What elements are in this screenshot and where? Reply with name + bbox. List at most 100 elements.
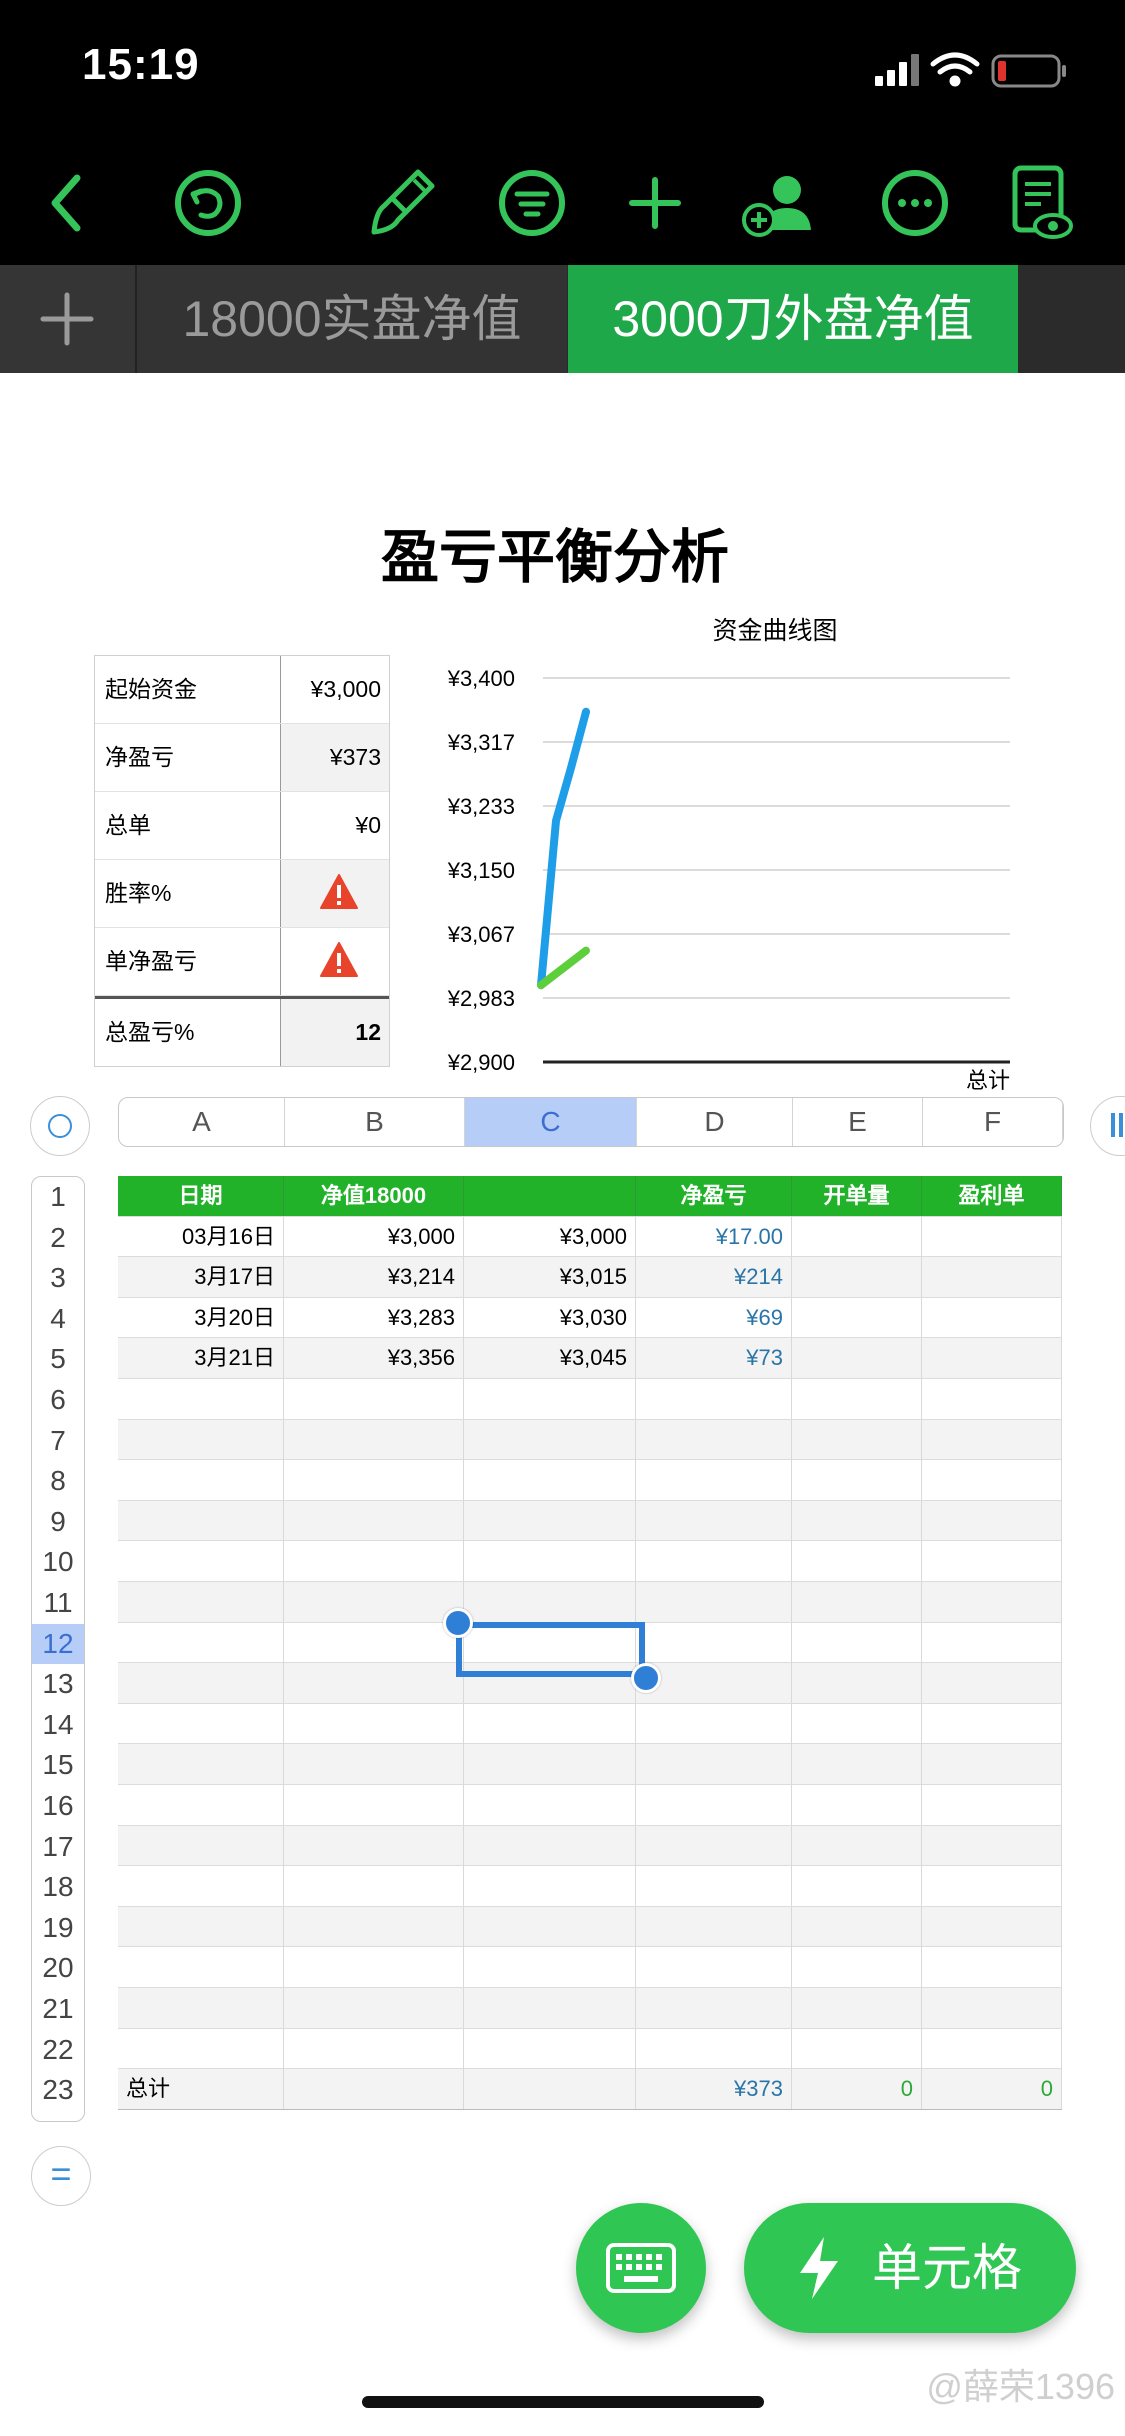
table-cell[interactable] bbox=[118, 1541, 284, 1582]
table-cell[interactable] bbox=[464, 1541, 636, 1582]
summary-row[interactable]: 净盈亏 ¥373 bbox=[95, 724, 389, 792]
row-header[interactable]: 2 bbox=[32, 1218, 84, 1259]
equity-curve-chart[interactable]: 资金曲线图 ¥3,400 ¥3,317 ¥3,233 ¥3,150 ¥3,067 ¥2,98… bbox=[420, 610, 1020, 1090]
table-cell[interactable] bbox=[922, 2028, 1062, 2069]
table-cell[interactable]: 日期 bbox=[118, 1176, 284, 1216]
table-cell[interactable] bbox=[118, 1663, 284, 1704]
table-cell[interactable]: ¥17.00 bbox=[636, 1216, 792, 1257]
view-document-button[interactable] bbox=[995, 158, 1085, 248]
table-cell[interactable] bbox=[118, 1379, 284, 1419]
table-cell[interactable] bbox=[284, 2069, 464, 2110]
more-button[interactable] bbox=[870, 158, 960, 248]
table-cell[interactable] bbox=[922, 1297, 1062, 1338]
table-cell[interactable] bbox=[284, 1541, 464, 1582]
table-cell[interactable] bbox=[636, 1622, 792, 1663]
table-cell[interactable] bbox=[636, 1947, 792, 1988]
table-cell[interactable] bbox=[636, 1866, 792, 1907]
table-cell[interactable] bbox=[792, 1703, 922, 1744]
table-cell[interactable]: 开单量 bbox=[792, 1176, 922, 1216]
table-cell[interactable] bbox=[922, 1216, 1062, 1257]
back-button[interactable] bbox=[25, 158, 115, 248]
summary-row[interactable]: 起始资金 ¥3,000 bbox=[95, 656, 389, 724]
table-cell[interactable] bbox=[922, 1379, 1062, 1419]
table-cell[interactable] bbox=[636, 1744, 792, 1785]
row-header[interactable]: 17 bbox=[32, 1827, 84, 1868]
row-header[interactable]: 10 bbox=[32, 1542, 84, 1583]
table-cell[interactable] bbox=[636, 1419, 792, 1460]
collaborate-button[interactable] bbox=[735, 158, 825, 248]
table-cell[interactable] bbox=[284, 1622, 464, 1663]
table-cell[interactable] bbox=[464, 1866, 636, 1907]
row-header[interactable]: 9 bbox=[32, 1502, 84, 1543]
add-sheet-button[interactable] bbox=[0, 265, 137, 373]
table-cell[interactable] bbox=[922, 1947, 1062, 1988]
table-cell[interactable] bbox=[284, 1703, 464, 1744]
table-cell[interactable]: 净值18000 bbox=[284, 1176, 464, 1216]
table-cell[interactable]: ¥373 bbox=[636, 2069, 792, 2110]
table-cell[interactable]: 3月20日 bbox=[118, 1297, 284, 1338]
table-cell[interactable] bbox=[922, 1500, 1062, 1541]
table-cell[interactable]: 3月17日 bbox=[118, 1257, 284, 1298]
column-header[interactable]: D bbox=[637, 1098, 793, 1146]
summary-row[interactable]: 总单 ¥0 bbox=[95, 792, 389, 860]
table-cell[interactable] bbox=[922, 1419, 1062, 1460]
table-cell[interactable]: ¥3,214 bbox=[284, 1257, 464, 1298]
table-cell[interactable] bbox=[922, 1703, 1062, 1744]
cell-selection[interactable] bbox=[456, 1622, 645, 1677]
table-cell[interactable] bbox=[284, 1419, 464, 1460]
table-cell[interactable] bbox=[464, 1379, 636, 1419]
table-cell[interactable] bbox=[284, 1500, 464, 1541]
table-cell[interactable] bbox=[118, 1866, 284, 1907]
row-header[interactable]: 11 bbox=[32, 1583, 84, 1624]
table-cell[interactable] bbox=[284, 1582, 464, 1622]
row-header[interactable]: 16 bbox=[32, 1786, 84, 1827]
table-cell[interactable] bbox=[792, 1582, 922, 1622]
table-cell[interactable] bbox=[922, 1744, 1062, 1785]
table-cell[interactable] bbox=[464, 1906, 636, 1947]
selection-handle-top-left[interactable] bbox=[443, 1608, 473, 1638]
table-cell[interactable] bbox=[464, 1460, 636, 1501]
table-cell[interactable] bbox=[792, 1257, 922, 1298]
filter-button[interactable] bbox=[487, 158, 577, 248]
table-cell[interactable] bbox=[922, 1988, 1062, 2028]
table-cell[interactable] bbox=[792, 1297, 922, 1338]
table-cell[interactable] bbox=[464, 2069, 636, 2110]
table-cell[interactable] bbox=[636, 1460, 792, 1501]
table-cell[interactable]: ¥3,283 bbox=[284, 1297, 464, 1338]
row-header[interactable]: 5 bbox=[32, 1339, 84, 1380]
table-cell[interactable] bbox=[792, 1419, 922, 1460]
table-cell[interactable] bbox=[284, 1947, 464, 1988]
table-cell[interactable] bbox=[118, 1460, 284, 1501]
row-header[interactable]: 4 bbox=[32, 1299, 84, 1340]
table-cell[interactable]: ¥73 bbox=[636, 1338, 792, 1379]
table-cell[interactable] bbox=[922, 1541, 1062, 1582]
table-cell[interactable] bbox=[464, 1500, 636, 1541]
format-brush-button[interactable] bbox=[356, 158, 446, 248]
table-cell[interactable]: 0 bbox=[922, 2069, 1062, 2110]
add-button[interactable] bbox=[610, 158, 700, 248]
table-cell[interactable] bbox=[118, 1622, 284, 1663]
table-cell[interactable] bbox=[792, 1988, 922, 2028]
table-cell[interactable] bbox=[464, 1419, 636, 1460]
column-header[interactable]: C bbox=[465, 1098, 637, 1146]
formula-button[interactable]: = bbox=[31, 2146, 91, 2206]
row-header[interactable]: 19 bbox=[32, 1908, 84, 1949]
table-cell[interactable] bbox=[922, 1866, 1062, 1907]
table-cell[interactable] bbox=[118, 1947, 284, 1988]
table-cell[interactable] bbox=[922, 1906, 1062, 1947]
row-header[interactable]: 7 bbox=[32, 1421, 84, 1462]
selection-handle-bottom-right[interactable] bbox=[631, 1663, 661, 1693]
undo-button[interactable] bbox=[163, 158, 253, 248]
table-cell[interactable] bbox=[118, 1582, 284, 1622]
table-cell[interactable] bbox=[464, 1825, 636, 1866]
row-header[interactable]: 1 bbox=[32, 1177, 84, 1218]
table-cell[interactable]: 盈利单 bbox=[922, 1176, 1062, 1216]
column-header[interactable]: B bbox=[285, 1098, 465, 1146]
table-cell[interactable] bbox=[792, 1216, 922, 1257]
table-cell[interactable] bbox=[792, 1947, 922, 1988]
row-header[interactable]: 3 bbox=[32, 1258, 84, 1299]
table-cell[interactable]: 0 bbox=[792, 2069, 922, 2110]
table-cell[interactable] bbox=[922, 1460, 1062, 1501]
summary-row[interactable]: 单净盈亏 bbox=[95, 928, 389, 996]
table-cell[interactable]: ¥3,015 bbox=[464, 1257, 636, 1298]
